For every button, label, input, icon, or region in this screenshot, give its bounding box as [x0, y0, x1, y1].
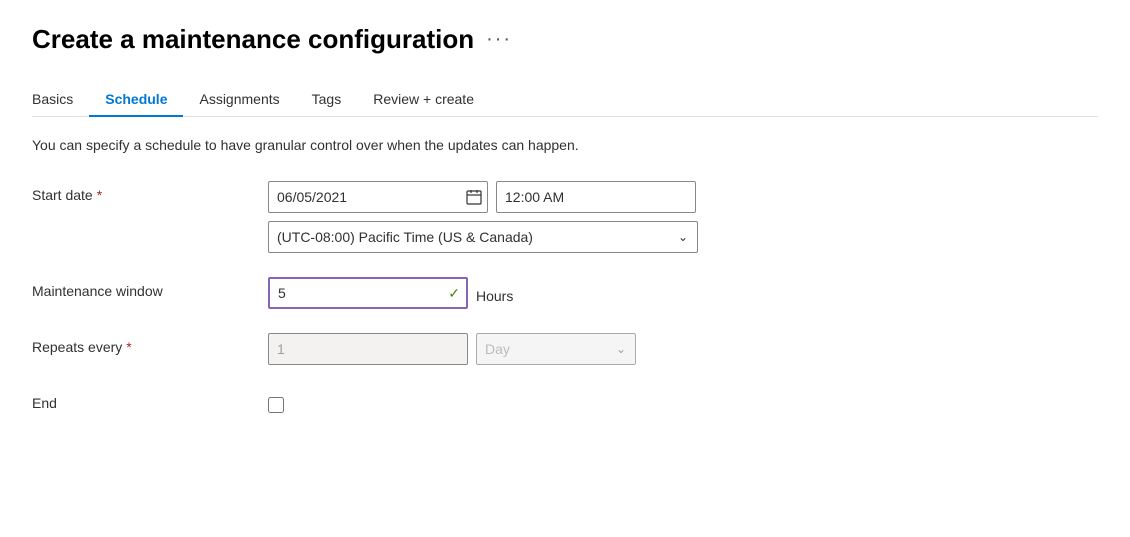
repeats-number-input[interactable]: [268, 333, 468, 365]
maintenance-input-wrapper: ✓: [268, 277, 468, 309]
more-options-icon[interactable]: ···: [486, 28, 512, 51]
end-label: End: [32, 389, 252, 411]
start-date-top-row: [268, 181, 1098, 213]
schedule-description: You can specify a schedule to have granu…: [32, 137, 1098, 153]
repeats-required: *: [126, 339, 131, 355]
calendar-icon-button[interactable]: [466, 189, 482, 205]
end-row: End: [32, 389, 1098, 413]
tab-assignments[interactable]: Assignments: [183, 83, 295, 117]
date-input-wrapper: [268, 181, 488, 213]
start-date-row: Start date *: [32, 181, 1098, 253]
timezone-row: (UTC-08:00) Pacific Time (US & Canada) (…: [268, 221, 1098, 253]
maintenance-window-row: Maintenance window ✓ Hours: [32, 277, 1098, 309]
form-section: Start date *: [32, 181, 1098, 413]
tab-tags[interactable]: Tags: [296, 83, 358, 117]
maintenance-window-input[interactable]: [268, 277, 468, 309]
maintenance-unit-label: Hours: [476, 282, 513, 304]
calendar-icon: [466, 189, 482, 205]
repeats-unit-wrapper: Day Week Month ⌄: [476, 333, 636, 365]
page-title-row: Create a maintenance configuration ···: [32, 24, 1098, 55]
repeats-every-row: Repeats every * Day Week Month ⌄: [32, 333, 1098, 365]
end-checkbox[interactable]: [268, 397, 284, 413]
maintenance-window-label: Maintenance window: [32, 277, 252, 299]
repeats-every-controls: Day Week Month ⌄: [268, 333, 1098, 365]
time-input[interactable]: [496, 181, 696, 213]
date-input[interactable]: [268, 181, 488, 213]
repeats-every-label: Repeats every *: [32, 333, 252, 355]
start-date-label: Start date *: [32, 181, 252, 203]
page-container: Create a maintenance configuration ··· B…: [0, 0, 1130, 437]
maintenance-window-input-row: ✓ Hours: [268, 277, 1098, 309]
tab-basics[interactable]: Basics: [32, 83, 89, 117]
maintenance-window-controls: ✓ Hours: [268, 277, 1098, 309]
timezone-select-wrapper: (UTC-08:00) Pacific Time (US & Canada) (…: [268, 221, 698, 253]
end-controls: [268, 389, 1098, 413]
timezone-select[interactable]: (UTC-08:00) Pacific Time (US & Canada) (…: [268, 221, 698, 253]
start-date-controls: (UTC-08:00) Pacific Time (US & Canada) (…: [268, 181, 1098, 253]
start-date-required: *: [97, 187, 102, 203]
tab-schedule[interactable]: Schedule: [89, 83, 183, 117]
tabs-nav: Basics Schedule Assignments Tags Review …: [32, 83, 1098, 117]
repeats-unit-select[interactable]: Day Week Month: [476, 333, 636, 365]
repeats-every-input-row: Day Week Month ⌄: [268, 333, 1098, 365]
page-title: Create a maintenance configuration: [32, 24, 474, 55]
tab-review-create[interactable]: Review + create: [357, 83, 490, 117]
